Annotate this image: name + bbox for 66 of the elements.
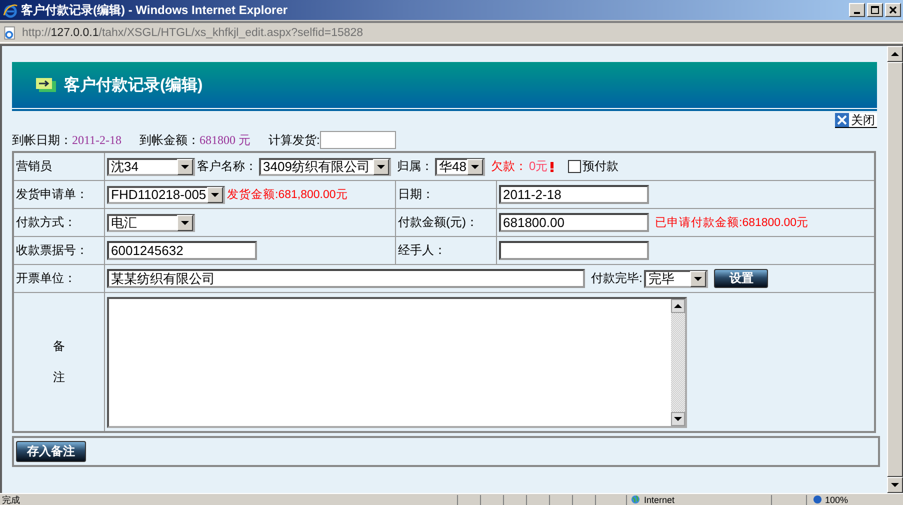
caret-icon xyxy=(177,158,193,174)
salesperson-dropdown[interactable]: 沈34 xyxy=(107,158,195,176)
debt-value: 0元 xyxy=(529,158,548,175)
zoom-icon xyxy=(813,495,822,504)
address-bar[interactable]: http://127.0.0.1/tahx/XSGL/HTGL/xs_khfkjl_edit.aspx?selfid=15828 xyxy=(0,21,903,43)
maximize-icon xyxy=(870,5,880,15)
caret-icon xyxy=(690,270,706,286)
date-field[interactable]: 2011-2-18 xyxy=(499,185,649,204)
zone-text: Internet xyxy=(644,494,675,504)
caret-icon xyxy=(467,158,483,174)
maximize-button[interactable] xyxy=(867,3,883,17)
checkbox-label: 预付款 xyxy=(582,158,619,175)
field-label: 开票单位： xyxy=(16,271,76,285)
payment-finished-dropdown[interactable]: 完毕 xyxy=(644,270,708,288)
amount-field[interactable]: 681800.00 xyxy=(499,213,649,232)
save-notes-button[interactable]: 存入备注 xyxy=(16,441,86,462)
browser-logo-icon xyxy=(3,2,18,18)
globe-icon xyxy=(631,495,640,504)
requested-amount-note: 已申请付款金额:681800.00元 xyxy=(655,216,809,230)
warning-icon xyxy=(550,162,554,172)
summary-label: 到帐金额： xyxy=(140,132,200,148)
minimize-button[interactable] xyxy=(849,3,865,17)
caret-icon xyxy=(373,158,389,174)
scrollbar[interactable] xyxy=(887,46,903,493)
invoice-unit-field[interactable]: 某某纺织有限公司 xyxy=(107,269,585,288)
field-label: 付款完毕: xyxy=(591,270,642,287)
request-dropdown[interactable]: FHD110218-005 xyxy=(107,186,225,204)
calc-shipment-field[interactable] xyxy=(320,131,396,149)
close-icon xyxy=(888,5,898,15)
close-link[interactable]: 关闭 xyxy=(835,113,877,128)
page-icon xyxy=(3,26,17,40)
prepaid-checkbox[interactable] xyxy=(568,160,581,173)
close-button[interactable] xyxy=(885,3,901,17)
receipt-number-field[interactable]: 6001245632 xyxy=(107,241,257,260)
url-text: http://127.0.0.1/tahx/XSGL/HTGL/xs_khfkjl_edit.aspx?selfid=15828 xyxy=(22,26,364,38)
minimize-icon xyxy=(854,12,860,14)
summary-value: 2011-2-18 xyxy=(72,132,122,148)
set-button[interactable]: 设置 xyxy=(714,269,768,288)
field-label: 经手人： xyxy=(398,243,446,257)
field-label: 客户名称： xyxy=(197,158,257,175)
status-text: 完成 xyxy=(1,494,21,504)
page-title: 客户付款记录(编辑) xyxy=(64,75,203,96)
shipment-amount-note: 发货金额:681,800.00元 xyxy=(227,188,348,202)
field-label: 发货申请单： xyxy=(16,187,88,201)
zoom-level: 100% xyxy=(825,494,848,504)
summary-value: 681800 元 xyxy=(200,132,251,148)
scrollbar[interactable] xyxy=(671,298,685,426)
payment-method-dropdown[interactable]: 电汇 xyxy=(107,214,195,232)
field-label: 归属： xyxy=(397,158,433,175)
debt-label: 欠款： xyxy=(491,158,527,175)
field-label: 营销员 xyxy=(16,159,52,173)
field-label: 收款票据号： xyxy=(16,243,88,257)
caret-icon xyxy=(177,214,193,230)
handler-field[interactable] xyxy=(499,241,649,260)
field-label: 付款金额(元)： xyxy=(398,215,478,229)
field-label: 日期： xyxy=(398,187,434,201)
window-title: 客户付款记录(编辑) - Windows Internet Explorer xyxy=(21,2,288,18)
field-label: 备注 xyxy=(53,338,65,386)
region-dropdown[interactable]: 华48 xyxy=(435,158,485,176)
summary-label: 到帐日期： xyxy=(12,132,72,148)
close-icon xyxy=(835,113,849,127)
customer-dropdown[interactable]: 3409纺织有限公司 xyxy=(259,158,391,176)
field-label: 计算发货: xyxy=(268,132,320,148)
field-label: 付款方式： xyxy=(16,215,76,229)
caret-icon xyxy=(207,186,223,202)
notes-field[interactable] xyxy=(107,296,687,428)
